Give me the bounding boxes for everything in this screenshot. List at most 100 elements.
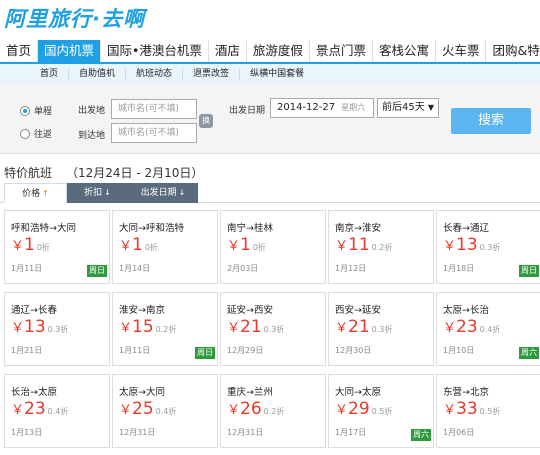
deal-card[interactable]: 太原→长治 ￥23 0.4折 1月10日 周六 [436,292,540,366]
sort-tab-label: 折扣 [84,188,103,198]
price-value: 13 [456,235,478,255]
deal-date: 2月03日 [227,264,259,273]
discount-value: 0.5折 [371,407,393,416]
deal-card[interactable]: 通辽→长春 ￥13 0.3折 1月21日 [4,292,110,366]
main-nav-item[interactable]: 旅游度假 [247,40,310,62]
sort-tabs: 价格 ↑ 折扣 ↓ 出发日期 ↓ [0,183,540,203]
trip-type-label: 往返 [34,130,53,140]
deal-card[interactable]: 淮安→南京 ￥15 0.2折 1月11日 周日 [112,292,218,366]
sort-tab-price[interactable]: 价格 ↑ [4,183,67,203]
deal-date: 12月31日 [119,428,156,437]
deal-card[interactable]: 西安→延安 ￥21 0.3折 12月30日 [328,292,434,366]
deal-price: ￥1 0折 [11,235,50,255]
deal-date: 1月14日 [119,264,151,273]
sub-nav-item[interactable]: 退票改签 [183,68,241,80]
from-city-input[interactable]: 城市名(可不填) [111,99,197,119]
discount-value: 0.3折 [479,243,501,252]
arrow-down-icon: ↓ [178,188,186,197]
discount-value: 0.2折 [263,407,285,416]
deal-date: 1月21日 [11,346,43,355]
departure-date-input[interactable]: 2014-12-27 星期六 [270,98,374,118]
price-value: 13 [24,317,46,337]
deal-card[interactable]: 太原→大同 ￥25 0.4折 12月31日 [112,374,218,448]
range-value: 前后45天 [382,102,425,113]
deal-route: 太原→长治 [443,305,489,316]
price-value: 21 [240,317,262,337]
deal-card[interactable]: 大同→太原 ￥29 0.5折 1月17日 周六 [328,374,434,448]
main-nav-item[interactable]: 客栈公寓 [373,40,436,62]
sub-nav-item[interactable]: 航班动态 [126,68,184,80]
weekday-badge: 周六 [411,429,431,441]
sub-nav: 首页 自助值机 航班动态 退票改签 纵横中国套餐 [0,64,540,84]
deal-card[interactable]: 呼和浩特→大同 ￥1 0折 1月11日 周日 [4,210,110,284]
site-logo[interactable]: 阿里旅行·去啊 [4,2,145,34]
deal-price: ￥26 0.2折 [227,399,284,419]
deal-price: ￥21 0.3折 [335,317,392,337]
sort-tab-discount[interactable]: 折扣 ↓ [67,183,128,203]
currency-symbol: ￥ [227,321,241,336]
currency-symbol: ￥ [443,239,457,254]
date-range-select[interactable]: 前后45天 ▼ [377,98,439,118]
sub-nav-item[interactable]: 纵横中国套餐 [240,68,314,80]
main-nav-item[interactable]: 首页 [0,40,39,62]
weekday-badge: 周六 [519,347,539,359]
deal-date: 12月31日 [227,428,264,437]
arrow-up-icon: ↑ [42,189,49,198]
currency-symbol: ￥ [227,403,241,418]
swap-cities-button[interactable]: 换 [199,114,213,128]
search-button[interactable]: 搜索 [451,108,531,134]
to-city-input[interactable]: 城市名(可不填) [111,123,197,143]
deal-route: 东营→北京 [443,387,489,398]
deal-card[interactable]: 南宁→桂林 ￥1 0折 2月03日 [220,210,326,284]
discount-value: 0.4折 [479,325,501,334]
deal-price: ￥13 0.3折 [11,317,68,337]
trip-type-roundtrip[interactable]: 往返 [20,127,52,140]
deal-route: 呼和浩特→大同 [11,223,76,234]
main-nav-item[interactable]: 火车票 [436,40,487,62]
currency-symbol: ￥ [335,321,349,336]
discount-value: 0折 [144,243,158,252]
discount-value: 0.3折 [47,325,69,334]
discount-value: 0.4折 [47,407,69,416]
deal-route: 延安→西安 [227,305,273,316]
flight-search-form: 单程 往返 出发地 城市名(可不填) 到达地 城市名(可不填) 换 出发日期 2… [0,84,540,154]
date-value: 2014-12-27 [277,102,336,113]
sub-nav-item[interactable]: 自助值机 [69,68,127,80]
deal-card[interactable]: 长春→通辽 ￥13 0.3折 1月18日 周日 [436,210,540,284]
main-nav: 首页国内机票国际•港澳台机票酒店旅游度假景点门票客栈公寓火车票团购&特卖 [0,40,540,64]
main-nav-item[interactable]: 国际•港澳台机票 [101,40,209,62]
deal-price: ￥33 0.5折 [443,399,500,419]
deal-card[interactable]: 长治→太原 ￥23 0.4折 1月13日 [4,374,110,448]
sub-nav-item[interactable]: 首页 [30,68,70,80]
trip-type-label: 单程 [34,107,53,117]
weekday-badge: 周日 [195,347,215,359]
currency-symbol: ￥ [443,321,457,336]
weekday-badge: 周日 [87,265,107,277]
deal-date: 12月29日 [227,346,264,355]
deal-price: ￥29 0.5折 [335,399,392,419]
discount-value: 0.2折 [155,325,177,334]
deal-date: 1月17日 [335,428,367,437]
currency-symbol: ￥ [11,239,25,254]
logo-text: 阿里旅行·去啊 [4,7,145,31]
main-nav-item[interactable]: 国内机票 [38,40,102,62]
main-nav-item[interactable]: 景点门票 [310,40,373,62]
trip-type-oneway[interactable]: 单程 [20,104,52,117]
deal-route: 长春→通辽 [443,223,489,234]
deal-card[interactable]: 延安→西安 ￥21 0.3折 12月29日 [220,292,326,366]
deal-route: 淮安→南京 [119,305,165,316]
sort-tab-date[interactable]: 出发日期 ↓ [128,183,198,203]
deal-card[interactable]: 重庆→兰州 ￥26 0.2折 12月31日 [220,374,326,448]
date-weekday: 星期六 [341,103,366,112]
deal-card[interactable]: 南京→淮安 ￥11 0.2折 1月12日 [328,210,434,284]
deal-card[interactable]: 东营→北京 ￥33 0.5折 1月06日 [436,374,540,448]
currency-symbol: ￥ [119,321,133,336]
deal-price: ￥1 0折 [227,235,266,255]
main-nav-item[interactable]: 团购&特卖 [486,40,540,62]
price-value: 26 [240,399,262,419]
main-nav-item[interactable]: 酒店 [209,40,247,62]
deal-card[interactable]: 大同→呼和浩特 ￥1 0折 1月14日 [112,210,218,284]
deal-route: 通辽→长春 [11,305,57,316]
deal-route: 重庆→兰州 [227,387,273,398]
deal-price: ￥21 0.3折 [227,317,284,337]
